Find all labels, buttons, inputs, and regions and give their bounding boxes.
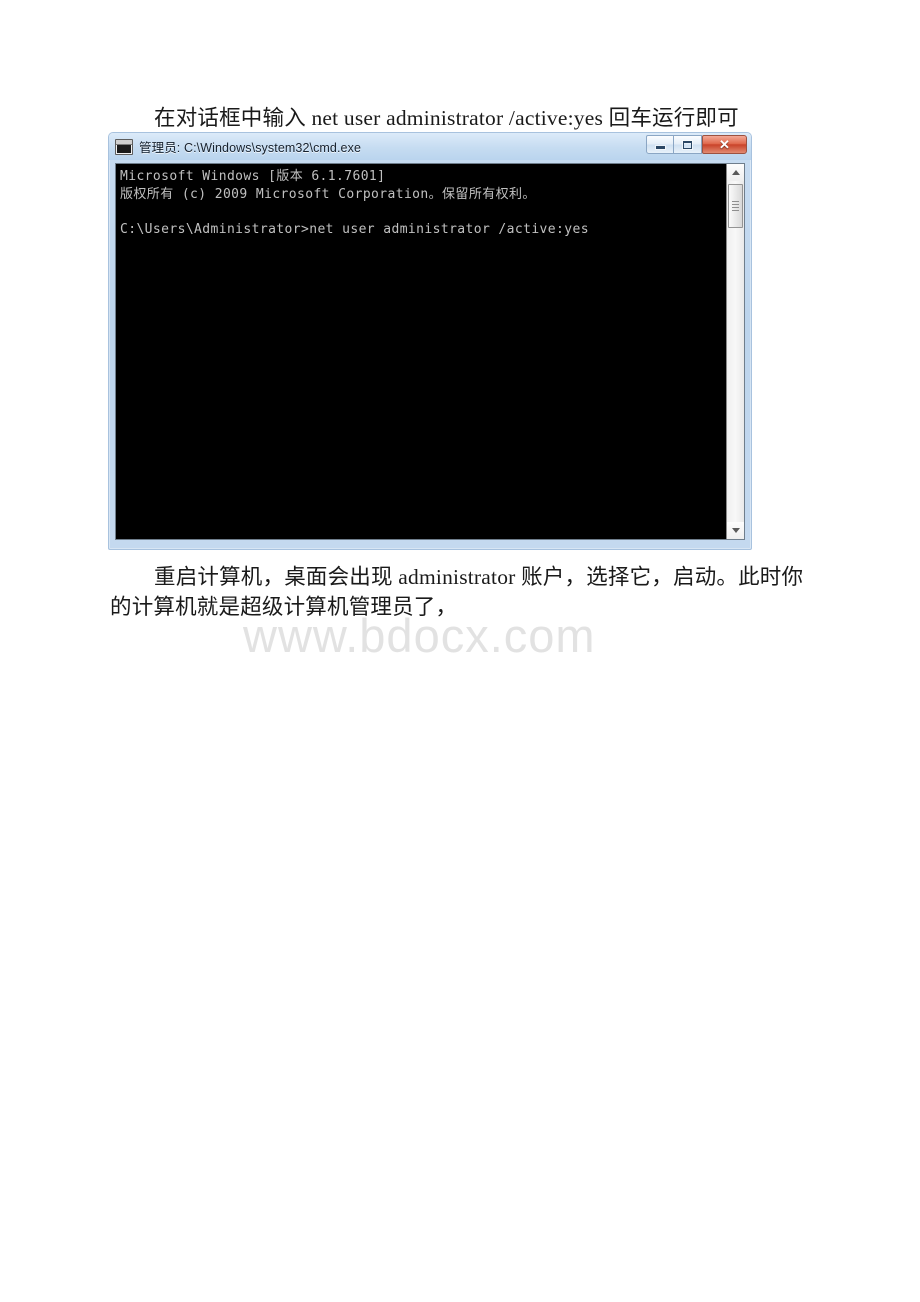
document-page: 在对话框中输入 net user administrator /active:y… bbox=[0, 0, 920, 1302]
console-output[interactable]: Microsoft Windows [版本 6.1.7601] 版权所有 (c)… bbox=[116, 164, 726, 539]
console-client-area[interactable]: Microsoft Windows [版本 6.1.7601] 版权所有 (c)… bbox=[115, 163, 745, 540]
scrollbar-thumb[interactable] bbox=[728, 184, 743, 228]
scrollbar-track[interactable] bbox=[727, 181, 744, 522]
page-watermark: www.bdocx.com bbox=[243, 609, 596, 662]
window-title: 管理员: C:\Windows\system32\cmd.exe bbox=[139, 141, 362, 155]
scroll-down-arrow-icon[interactable] bbox=[727, 522, 744, 539]
window-titlebar[interactable]: 管理员: C:\Windows\system32\cmd.exe ✕ bbox=[109, 133, 751, 160]
window-controls[interactable]: ✕ bbox=[646, 135, 747, 154]
minimize-button[interactable] bbox=[646, 135, 674, 154]
cmd-console-icon bbox=[115, 138, 133, 155]
console-scrollbar[interactable] bbox=[726, 164, 744, 539]
instruction-paragraph-top: 在对话框中输入 net user administrator /active:y… bbox=[154, 106, 739, 130]
close-button[interactable]: ✕ bbox=[702, 135, 747, 154]
cmd-console-window[interactable]: 管理员: C:\Windows\system32\cmd.exe ✕ Micro… bbox=[108, 132, 752, 550]
maximize-button[interactable] bbox=[674, 135, 702, 154]
scroll-up-arrow-icon[interactable] bbox=[727, 164, 744, 181]
